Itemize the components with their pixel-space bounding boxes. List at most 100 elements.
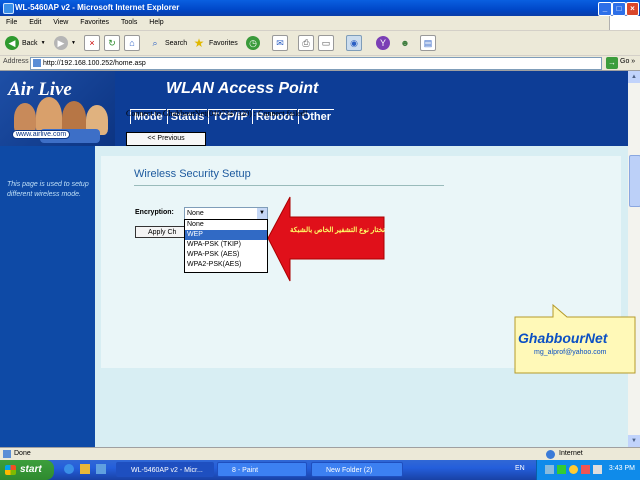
browser-toolbar: ◀ Back ▼ ▶ ▼ × ↻ ⌂ ⌕ Search ★ Favorites … xyxy=(0,31,640,56)
vertical-scrollbar[interactable]: ▲ ▼ xyxy=(628,71,640,447)
address-bar: Address http://192.168.100.252/home.asp … xyxy=(0,56,640,71)
section-divider xyxy=(134,185,444,186)
menu-help[interactable]: Help xyxy=(149,16,163,30)
internet-zone-icon xyxy=(546,450,555,459)
research-button[interactable]: ▤ xyxy=(420,35,436,51)
taskbar-item-label: 8 - Paint xyxy=(232,467,259,474)
stop-button[interactable]: × xyxy=(84,35,100,51)
note-author-name: GhabbourNet xyxy=(518,330,608,346)
scrollbar-thumb[interactable] xyxy=(629,155,640,207)
home-button[interactable]: ⌂ xyxy=(124,35,140,51)
update-tray-icon[interactable] xyxy=(569,465,578,474)
search-label: Search xyxy=(165,39,188,47)
airlive-logo: Air Live xyxy=(8,79,72,100)
encryption-option-none[interactable]: None xyxy=(185,220,267,230)
encryption-option-wpa2-psk-aes[interactable]: WPA2-PSK(AES) xyxy=(185,260,267,270)
refresh-button[interactable]: ↻ xyxy=(104,35,120,51)
scroll-down-icon[interactable]: ▼ xyxy=(628,435,640,447)
windows-flag-icon xyxy=(5,465,16,475)
previous-button[interactable]: << Previous xyxy=(126,132,206,146)
yahoo-icon: Y xyxy=(376,36,390,50)
encryption-dropdown-list: None WEP WPA-PSK (TKIP) WPA-PSK (AES) WP… xyxy=(184,219,268,273)
encryption-select-value: None xyxy=(187,210,204,217)
start-button[interactable]: start xyxy=(0,460,54,480)
sidebar: This page is used to setup different wir… xyxy=(0,146,95,447)
forward-arrow-icon: ▶ xyxy=(54,36,68,50)
chevron-down-icon[interactable]: ▼ xyxy=(257,208,267,219)
taskbar-item-label: New Folder (2) xyxy=(326,467,373,474)
menu-edit[interactable]: Edit xyxy=(29,16,41,30)
airlive-website-link[interactable]: www.airlive.com xyxy=(12,130,71,139)
favorites-button[interactable]: ★ Favorites xyxy=(192,35,238,51)
taskbar-item-label: WL-5460AP v2 - Micr... xyxy=(131,467,203,474)
encryption-label: Encryption: xyxy=(135,209,174,216)
section-title: Wireless Security Setup xyxy=(134,168,251,180)
edit-button[interactable]: ▭ xyxy=(318,35,334,51)
volume-tray-icon[interactable] xyxy=(593,465,602,474)
favorites-label: Favorites xyxy=(209,39,238,47)
quicklaunch-desktop-icon[interactable] xyxy=(96,464,106,474)
scroll-up-icon[interactable]: ▲ xyxy=(628,71,640,83)
airlive-header: Air Live www.airlive.com WLAN Access Poi… xyxy=(0,71,628,146)
yahoo-button[interactable]: Y xyxy=(376,35,390,51)
antivirus-tray-icon[interactable] xyxy=(581,465,590,474)
links-chevron-icon[interactable]: » xyxy=(631,58,635,65)
status-bar: Done Internet xyxy=(0,447,640,461)
address-url: http://192.168.100.252/home.asp xyxy=(43,60,146,67)
edit-icon: ▭ xyxy=(318,35,334,51)
close-button[interactable]: × xyxy=(626,2,639,16)
menu-file[interactable]: File xyxy=(6,16,17,30)
network-tray-icon[interactable] xyxy=(545,465,554,474)
taskbar: start WL-5460AP v2 - Micr... 8 - Paint N… xyxy=(0,460,640,480)
encryption-option-wpa-psk-aes[interactable]: WPA-PSK (AES) xyxy=(185,250,267,260)
sidebar-help-text: This page is used to setup different wir… xyxy=(7,181,89,198)
forward-button[interactable]: ▶ ▼ xyxy=(54,35,76,51)
callout-text: نختار نوع التشفير الخاص بالشبكة xyxy=(290,227,385,234)
taskbar-clock[interactable]: 3:43 PM xyxy=(609,465,635,472)
minimize-button[interactable]: _ xyxy=(598,2,612,16)
people-icon: ☻ xyxy=(400,38,410,48)
taskbar-item-paint[interactable]: 8 - Paint xyxy=(217,462,307,477)
security-zone-text: Internet xyxy=(559,450,583,457)
print-button[interactable]: ⎙ xyxy=(298,35,314,51)
messenger-icon: ◉ xyxy=(346,35,362,51)
encryption-option-wep[interactable]: WEP xyxy=(185,230,267,240)
window-title-bar: WL-5460AP v2 - Microsoft Internet Explor… xyxy=(0,0,640,16)
menu-favorites[interactable]: Favorites xyxy=(80,16,109,30)
start-label: start xyxy=(20,464,42,475)
menu-view[interactable]: View xyxy=(53,16,68,30)
history-button[interactable]: ◷ xyxy=(246,35,260,51)
family-photo-person-icon xyxy=(14,103,36,133)
go-arrow-icon[interactable]: → xyxy=(606,57,618,69)
quicklaunch-folder-icon[interactable] xyxy=(80,464,90,474)
back-dropdown-icon[interactable]: ▼ xyxy=(41,40,46,46)
security-tray-icon[interactable] xyxy=(557,465,566,474)
address-input[interactable]: http://192.168.100.252/home.asp xyxy=(30,57,602,70)
ie-app-icon xyxy=(3,3,14,14)
messenger-button[interactable]: ◉ xyxy=(346,35,362,51)
taskbar-item-ie[interactable]: WL-5460AP v2 - Micr... xyxy=(116,462,214,477)
people-button[interactable]: ☻ xyxy=(398,35,412,51)
status-text: Done xyxy=(14,450,31,457)
encryption-option-wpa-psk-tkip[interactable]: WPA-PSK (TKIP) xyxy=(185,240,267,250)
go-label: Go xyxy=(620,58,630,65)
maximize-button[interactable]: □ xyxy=(612,2,626,16)
home-icon: ⌂ xyxy=(124,35,140,51)
address-label: Address xyxy=(3,58,29,65)
history-icon: ◷ xyxy=(246,36,260,50)
search-button[interactable]: ⌕ Search xyxy=(148,35,187,51)
taskbar-item-folder[interactable]: New Folder (2) xyxy=(311,462,403,477)
print-icon: ⎙ xyxy=(298,35,314,51)
favorites-star-icon: ★ xyxy=(193,36,205,50)
mail-button[interactable]: ✉ xyxy=(272,35,288,51)
go-button[interactable]: Go » xyxy=(620,58,635,65)
connection-status-message: Connect to GhabbourNet(0107347320) : Con… xyxy=(126,109,308,118)
stop-icon: × xyxy=(84,35,100,51)
quicklaunch-ie-icon[interactable] xyxy=(64,464,74,474)
language-indicator[interactable]: EN xyxy=(515,465,525,472)
back-button[interactable]: ◀ Back ▼ xyxy=(5,35,46,51)
page-icon xyxy=(33,59,41,67)
back-arrow-icon: ◀ xyxy=(5,36,19,50)
refresh-icon: ↻ xyxy=(104,35,120,51)
menu-tools[interactable]: Tools xyxy=(121,16,137,30)
